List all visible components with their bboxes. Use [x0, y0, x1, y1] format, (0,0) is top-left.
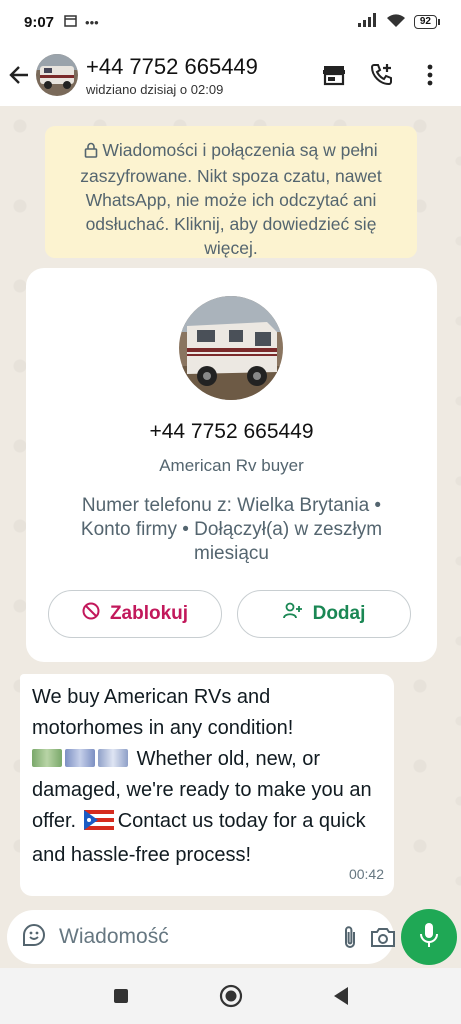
camera-icon[interactable] [370, 922, 396, 952]
chat-header: +44 7752 665449 widziano dzisiaj o 02:09 [0, 44, 461, 106]
input-bar [0, 906, 461, 968]
add-call-icon[interactable] [367, 60, 397, 90]
block-button[interactable]: Zablokuj [48, 590, 222, 638]
wifi-icon [386, 13, 406, 32]
message-text-1: We buy American RVs and motorhomes in an… [32, 686, 294, 739]
last-seen: widziano dzisiaj o 02:09 [86, 81, 224, 97]
lock-icon [84, 140, 98, 164]
sticker-icon[interactable] [21, 922, 47, 953]
contact-info[interactable]: +44 7752 665449 widziano dzisiaj o 02:09 [86, 54, 319, 97]
more-vert-icon[interactable] [415, 60, 445, 90]
attach-icon[interactable] [342, 922, 358, 952]
system-nav-bar [0, 968, 461, 1024]
profile-phone: +44 7752 665449 [149, 420, 314, 443]
back-arrow-icon[interactable] [2, 55, 36, 95]
message-time: 00:42 [348, 866, 384, 882]
block-icon [82, 602, 100, 626]
contact-name: +44 7752 665449 [86, 53, 258, 79]
flag-puerto-rico-icon [83, 809, 114, 840]
back-nav-icon[interactable] [326, 981, 356, 1011]
more-dots-icon: ••• [85, 14, 99, 30]
profile-meta: Numer telefonu z: Wielka Brytania • Kont… [80, 495, 383, 564]
add-person-icon [282, 602, 303, 626]
signal-icon [357, 13, 378, 31]
encryption-text: Wiadomości i połączenia są w pełni zaszy… [80, 140, 382, 258]
message-input[interactable] [59, 925, 330, 949]
calendar-icon [64, 14, 77, 30]
chat-area[interactable]: Wiadomości i połączenia są w pełni zaszy… [0, 106, 461, 906]
add-label: Dodaj [312, 603, 366, 624]
mic-icon [419, 922, 439, 953]
status-bar: 9:07 ••• 92 [0, 0, 461, 44]
profile-avatar[interactable] [179, 296, 283, 400]
recents-icon[interactable] [106, 981, 136, 1011]
avatar[interactable] [36, 54, 78, 96]
add-contact-button[interactable]: Dodaj [237, 590, 411, 638]
status-time: 9:07 [24, 13, 55, 31]
encryption-notice[interactable]: Wiadomości i połączenia są w pełni zaszy… [45, 126, 417, 258]
profile-card: +44 7752 665449 American Rv buyer Numer … [26, 268, 437, 662]
banknote-pound-icon [98, 749, 128, 767]
profile-description: American Rv buyer [159, 456, 304, 475]
message-bubble[interactable]: We buy American RVs and motorhomes in an… [20, 674, 394, 896]
store-icon[interactable] [319, 60, 349, 90]
battery-icon: 92 [413, 15, 441, 29]
message-text-3: Contact us today for a quick and hassle-… [32, 810, 366, 866]
banknote-dollar-icon [32, 749, 62, 767]
banknote-euro-icon [65, 749, 95, 767]
message-input-box[interactable] [7, 910, 396, 964]
mic-button[interactable] [401, 909, 457, 965]
home-icon[interactable] [216, 981, 246, 1011]
block-label: Zablokuj [109, 603, 189, 624]
